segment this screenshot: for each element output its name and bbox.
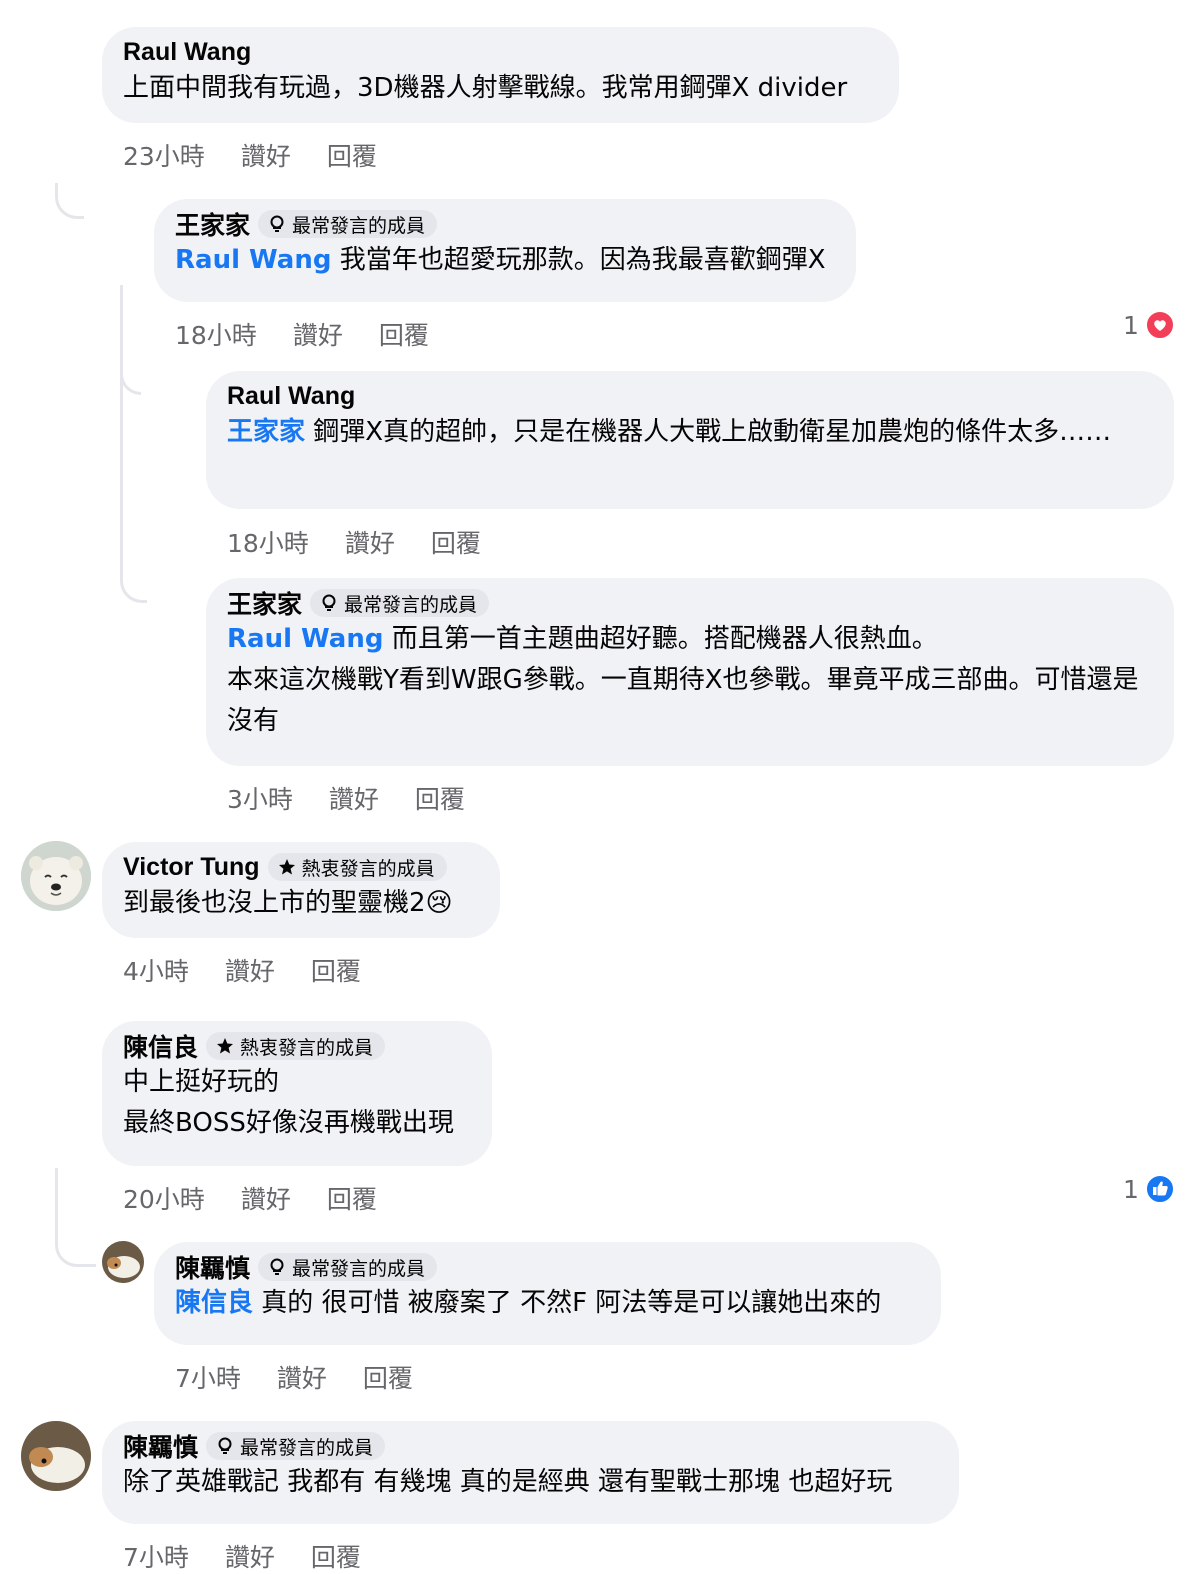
thread-connector [55,183,84,219]
comment-text: 我當年也超愛玩那款。因為我最喜歡鋼彈X [331,245,826,275]
mention-link[interactable]: Raul Wang [175,245,331,275]
badge-label: 熱衷發言的成員 [240,1036,374,1059]
mention-link[interactable]: Raul Wang [227,624,383,654]
member-badge[interactable]: 熱衷發言的成員 [267,853,447,881]
like-button[interactable]: 讚好 [241,1180,291,1216]
comment-timestamp[interactable]: 7小時 [123,1538,189,1574]
comment-actions: 3小時 讚好 回覆 [227,780,465,816]
heart-reaction-icon [1144,310,1175,340]
reply-button[interactable]: 回覆 [415,780,465,816]
comment-bubble: 陳信良 熱衷發言的成員 中上挺好玩的 最終BOSS好像沒再機戰出現 [102,1021,492,1166]
comment-timestamp[interactable]: 7小時 [175,1359,241,1395]
comment-text: 真的 很可惜 被廢案了 不然F 阿法等是可以讓她出來的 [253,1288,882,1318]
thread-connector [55,1168,96,1267]
badge-label: 最常發言的成員 [292,1257,426,1280]
badge-label: 熱衷發言的成員 [301,857,435,880]
like-button[interactable]: 讚好 [329,780,379,816]
crying-emoji: 😢 [425,888,453,918]
like-button[interactable]: 讚好 [225,952,275,988]
speech-bubble-icon [270,1258,284,1275]
reaction-summary[interactable]: 1 [1123,1174,1175,1204]
badge-label: 最常發言的成員 [292,214,426,237]
comment-bubble: 王家家 最常發言的成員 Raul Wang 我當年也超愛玩那款。因為我最喜歡鋼彈… [154,199,856,302]
comment-bubble: Victor Tung 熱衷發言的成員 到最後也沒上市的聖靈機2😢 [102,842,500,938]
comment-actions: 20小時 讚好 回覆 [123,1180,377,1216]
comment-actions: 18小時 讚好 回覆 [227,524,481,560]
guinea-pig-avatar-icon [21,1421,91,1491]
star-icon [278,859,295,875]
comment-bubble: Raul Wang 王家家 鋼彈X真的超帥，只是在機器人大戰上啟動衛星加農炮的條… [206,371,1174,509]
comment-timestamp[interactable]: 18小時 [175,316,257,352]
comment-actions: 23小時 讚好 回覆 [123,137,377,173]
like-button[interactable]: 讚好 [293,316,343,352]
comment-bubble: 陳羈慎 最常發言的成員 除了英雄戰記 我都有 有幾塊 真的是經典 還有聖戰士那塊… [102,1421,959,1524]
comment-text: 鋼彈X真的超帥，只是在機器人大戰上啟動衛星加農炮的條件太多…… [305,417,1112,447]
avatar[interactable] [102,1241,144,1283]
like-button[interactable]: 讚好 [345,524,395,560]
comment-author[interactable]: Victor Tung [123,853,260,882]
speech-bubble-icon [322,594,336,611]
reaction-summary[interactable]: 1 [1123,310,1175,340]
member-badge[interactable]: 最常發言的成員 [258,1253,438,1281]
comment-author[interactable]: 陳信良 [123,1028,198,1064]
comment-timestamp[interactable]: 4小時 [123,952,189,988]
thread-connector [120,385,147,603]
member-badge[interactable]: 最常發言的成員 [258,210,438,238]
comment-author[interactable]: 陳羈慎 [175,1249,250,1285]
comment-timestamp[interactable]: 20小時 [123,1180,205,1216]
comment-actions: 4小時 讚好 回覆 [123,952,361,988]
speech-bubble-icon [270,215,284,232]
member-badge[interactable]: 熱衷發言的成員 [206,1032,386,1060]
comment-author[interactable]: Raul Wang [123,38,251,67]
comment-timestamp[interactable]: 3小時 [227,780,293,816]
badge-label: 最常發言的成員 [240,1436,374,1459]
polar-bear-avatar-icon [21,841,91,911]
comment-author[interactable]: Raul Wang [227,382,355,411]
avatar[interactable] [21,841,91,911]
like-button[interactable]: 讚好 [277,1359,327,1395]
reply-button[interactable]: 回覆 [379,316,429,352]
mention-link[interactable]: 陳信良 [175,1288,253,1318]
comment-author[interactable]: 王家家 [175,206,250,242]
comment-bubble: 王家家 最常發言的成員 Raul Wang 而且第一首主題曲超好聽。搭配機器人很… [206,578,1174,766]
avatar[interactable] [21,1421,91,1491]
comment-timestamp[interactable]: 23小時 [123,137,205,173]
comment-text: 中上挺好玩的 最終BOSS好像沒再機戰出現 [123,1067,454,1138]
reply-button[interactable]: 回覆 [327,137,377,173]
mention-link[interactable]: 王家家 [227,417,305,447]
member-badge[interactable]: 最常發言的成員 [206,1432,386,1460]
comment-text: 上面中間我有玩過，3D機器人射擊戰線。我常用鋼彈X divider [123,73,848,103]
comment-text: 到最後也沒上市的聖靈機2 [123,888,426,918]
like-button[interactable]: 讚好 [225,1538,275,1574]
like-reaction-icon [1144,1174,1175,1204]
comment-actions: 18小時 讚好 回覆 [175,316,429,352]
reaction-count: 1 [1123,1174,1139,1204]
speech-bubble-icon [218,1437,232,1454]
reply-button[interactable]: 回覆 [363,1359,413,1395]
comment-author[interactable]: 陳羈慎 [123,1428,198,1464]
like-button[interactable]: 讚好 [241,137,291,173]
member-badge[interactable]: 最常發言的成員 [310,589,490,617]
badge-label: 最常發言的成員 [344,593,478,616]
comment-actions: 7小時 讚好 回覆 [175,1359,413,1395]
comment-bubble: Raul Wang 上面中間我有玩過，3D機器人射擊戰線。我常用鋼彈X divi… [102,27,899,123]
comment-timestamp[interactable]: 18小時 [227,524,309,560]
comment-bubble: 陳羈慎 最常發言的成員 陳信良 真的 很可惜 被廢案了 不然F 阿法等是可以讓她… [154,1242,941,1345]
comment-author[interactable]: 王家家 [227,585,302,621]
star-icon [217,1038,234,1054]
reply-button[interactable]: 回覆 [311,952,361,988]
reply-button[interactable]: 回覆 [327,1180,377,1216]
comment-actions: 7小時 讚好 回覆 [123,1538,361,1574]
comment-text: 除了英雄戰記 我都有 有幾塊 真的是經典 還有聖戰士那塊 也超好玩 [123,1467,893,1497]
reply-button[interactable]: 回覆 [431,524,481,560]
reaction-count: 1 [1123,310,1139,340]
reply-button[interactable]: 回覆 [311,1538,361,1574]
guinea-pig-avatar-icon [102,1241,144,1283]
